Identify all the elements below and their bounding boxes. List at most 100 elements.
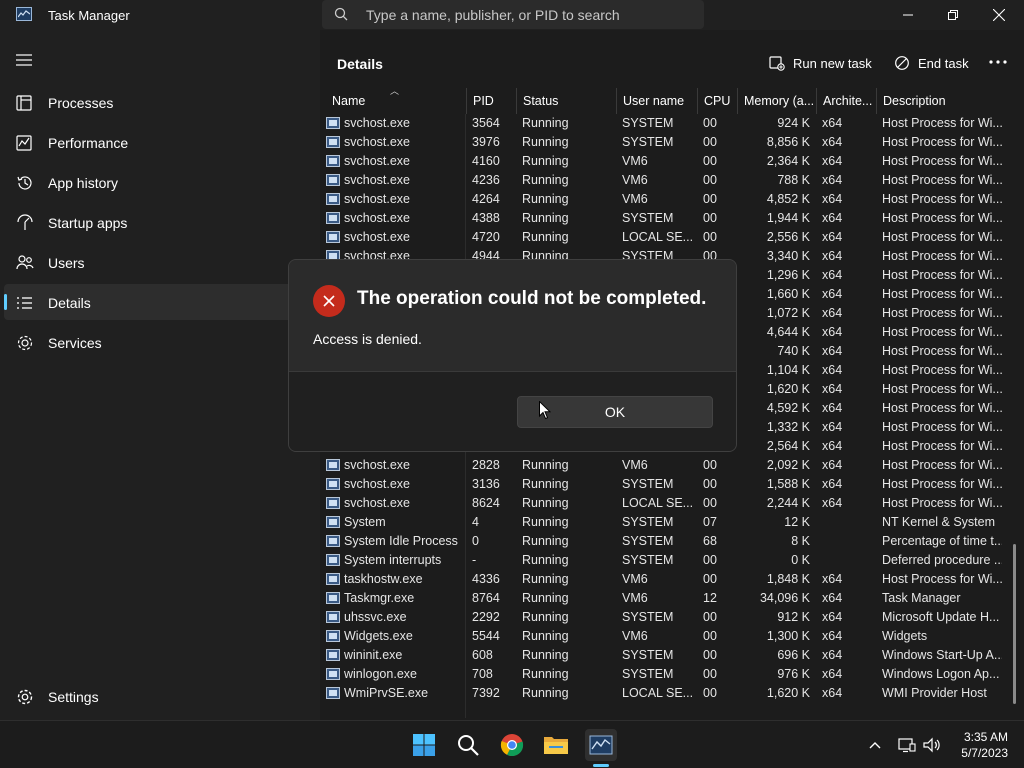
- table-row[interactable]: Widgets.exe 5544 Running VM6 00 1,300 K x64 Wid…: [320, 627, 1024, 646]
- sidebar-item-label: Processes: [48, 95, 114, 111]
- hamburger-menu-button[interactable]: [16, 54, 34, 71]
- table-cell: Host Process for Wi...: [882, 325, 1002, 339]
- table-cell: x64: [822, 325, 843, 339]
- folder-icon: [544, 737, 568, 754]
- table-row[interactable]: svchost.exe 2828 Running VM6 00 2,092 K x64 Hos…: [320, 456, 1024, 475]
- table-row[interactable]: svchost.exe 4264 Running VM6 00 4,852 K x64 Hos…: [320, 190, 1024, 209]
- restore-button[interactable]: [930, 0, 976, 30]
- column-header-name[interactable]: ︿ Name: [320, 88, 466, 114]
- table-row[interactable]: svchost.exe 4720 Running LOCAL SE... 00 2,556…: [320, 228, 1024, 247]
- start-button[interactable]: [408, 729, 440, 761]
- table-row[interactable]: svchost.exe 4160 Running VM6 00 2,364 K x64 Hos…: [320, 152, 1024, 171]
- sidebar-item-label: Performance: [48, 135, 129, 151]
- sidebar-item-details[interactable]: Details: [4, 284, 312, 320]
- volume-button[interactable]: [922, 735, 942, 755]
- table-cell: 00: [703, 154, 717, 168]
- table-cell: -: [472, 553, 477, 567]
- column-header-description[interactable]: Description: [876, 88, 1012, 114]
- table-cell: Host Process for Wi...: [882, 439, 1002, 453]
- table-cell: Running: [522, 629, 569, 643]
- search-input[interactable]: [366, 0, 686, 29]
- table-cell: Host Process for Wi...: [882, 420, 1002, 434]
- table-cell: 1,660 K: [766, 287, 810, 301]
- search-box[interactable]: [322, 0, 704, 29]
- sidebar-item-label: Details: [48, 295, 91, 311]
- table-cell: Widgets: [882, 629, 928, 643]
- file-explorer-button[interactable]: [540, 729, 572, 761]
- table-cell: x64: [822, 306, 843, 320]
- network-button[interactable]: [897, 735, 917, 755]
- search-icon: [334, 7, 348, 24]
- details-list-icon: [17, 297, 32, 309]
- table-cell: SYSTEM: [622, 116, 674, 130]
- sidebar-item-processes[interactable]: Processes: [4, 84, 312, 120]
- table-cell: 4,644 K: [766, 325, 810, 339]
- table-row[interactable]: System 4 Running SYSTEM 07 12 K NT Kernel & Sy…: [320, 513, 1024, 532]
- table-row[interactable]: uhssvc.exe 2292 Running SYSTEM 00 912 K x64 Mic…: [320, 608, 1024, 627]
- table-cell: VM6: [622, 629, 648, 643]
- app-title: Task Manager: [48, 8, 130, 23]
- run-new-task-button[interactable]: Run new task: [769, 52, 872, 74]
- sidebar-item-startup-apps[interactable]: Startup apps: [4, 204, 312, 240]
- table-cell: Widgets.exe: [344, 629, 413, 643]
- table-row[interactable]: svchost.exe 3136 Running SYSTEM 00 1,588 K x64…: [320, 475, 1024, 494]
- table-row[interactable]: System Idle Process 0 Running SYSTEM 68 8 K Pe…: [320, 532, 1024, 551]
- table-cell: x64: [822, 268, 843, 282]
- table-cell: x64: [822, 135, 843, 149]
- column-header-memory[interactable]: Memory (a...: [737, 88, 816, 114]
- table-cell: SYSTEM: [622, 534, 674, 548]
- sidebar-item-label: Settings: [48, 689, 99, 705]
- table-cell: svchost.exe: [344, 192, 411, 206]
- table-cell: Host Process for Wi...: [882, 496, 1002, 510]
- table-cell: Running: [522, 648, 569, 662]
- table-row[interactable]: svchost.exe 3564 Running SYSTEM 00 924 K x64 Ho…: [320, 114, 1024, 133]
- table-row[interactable]: WmiPrvSE.exe 7392 Running LOCAL SE... 00 1,62…: [320, 684, 1024, 703]
- table-row[interactable]: taskhostw.exe 4336 Running VM6 00 1,848 K x64 H…: [320, 570, 1024, 589]
- vertical-scrollbar[interactable]: [1013, 544, 1016, 704]
- table-row[interactable]: System interrupts - Running SYSTEM 00 0 K Defe…: [320, 551, 1024, 570]
- table-cell: 1,620 K: [766, 686, 810, 700]
- table-row[interactable]: winlogon.exe 708 Running SYSTEM 00 976 K x64 Wi…: [320, 665, 1024, 684]
- taskbar-search-button[interactable]: [452, 729, 484, 761]
- startup-icon: [17, 214, 33, 230]
- taskbar-clock[interactable]: 3:35 AM 5/7/2023: [948, 729, 1008, 761]
- table-cell: svchost.exe: [344, 154, 411, 168]
- table-cell: svchost.exe: [344, 477, 411, 491]
- table-row[interactable]: svchost.exe 4388 Running SYSTEM 00 1,944 K x64…: [320, 209, 1024, 228]
- table-row[interactable]: wininit.exe 608 Running SYSTEM 00 696 K x64 Win…: [320, 646, 1024, 665]
- sidebar-item-settings[interactable]: Settings: [4, 678, 312, 714]
- close-window-button[interactable]: [976, 0, 1022, 30]
- sidebar-item-users[interactable]: Users: [4, 244, 312, 280]
- minimize-button[interactable]: [885, 0, 931, 30]
- show-hidden-icons-button[interactable]: [865, 735, 885, 755]
- table-cell: Host Process for Wi...: [882, 382, 1002, 396]
- processes-icon: [16, 95, 32, 111]
- column-header-status[interactable]: Status: [516, 88, 616, 114]
- table-cell: x64: [822, 192, 843, 206]
- table-row[interactable]: svchost.exe 8624 Running LOCAL SE... 00 2,244…: [320, 494, 1024, 513]
- column-header-user-name[interactable]: User name: [616, 88, 697, 114]
- sidebar-item-performance[interactable]: Performance: [4, 124, 312, 160]
- table-row[interactable]: svchost.exe 3976 Running SYSTEM 00 8,856 K x64…: [320, 133, 1024, 152]
- table-cell: Host Process for Wi...: [882, 230, 1002, 244]
- table-row[interactable]: Taskmgr.exe 8764 Running VM6 12 34,096 K x64 Ta…: [320, 589, 1024, 608]
- task-manager-taskbar-button[interactable]: [585, 729, 617, 761]
- end-task-button[interactable]: End task: [894, 52, 969, 74]
- column-header-architecture[interactable]: Archite...: [816, 88, 876, 114]
- clock-date: 5/7/2023: [961, 746, 1008, 760]
- column-header-cpu[interactable]: CPU: [697, 88, 737, 114]
- table-row[interactable]: svchost.exe 4236 Running VM6 00 788 K x64 Host …: [320, 171, 1024, 190]
- chrome-button[interactable]: [496, 729, 528, 761]
- table-cell: Running: [522, 667, 569, 681]
- table-cell: SYSTEM: [622, 610, 674, 624]
- table-cell: x64: [822, 382, 843, 396]
- more-dots-icon: [989, 60, 1007, 64]
- table-cell: x64: [822, 496, 843, 510]
- sidebar-item-services[interactable]: Services: [4, 324, 312, 360]
- table-cell: 1,944 K: [766, 211, 810, 225]
- table-cell: 924 K: [777, 116, 810, 130]
- sidebar-item-app-history[interactable]: App history: [4, 164, 312, 200]
- column-header-pid[interactable]: PID: [466, 88, 516, 114]
- hamburger-icon: [16, 54, 32, 66]
- more-options-button[interactable]: [986, 50, 1010, 74]
